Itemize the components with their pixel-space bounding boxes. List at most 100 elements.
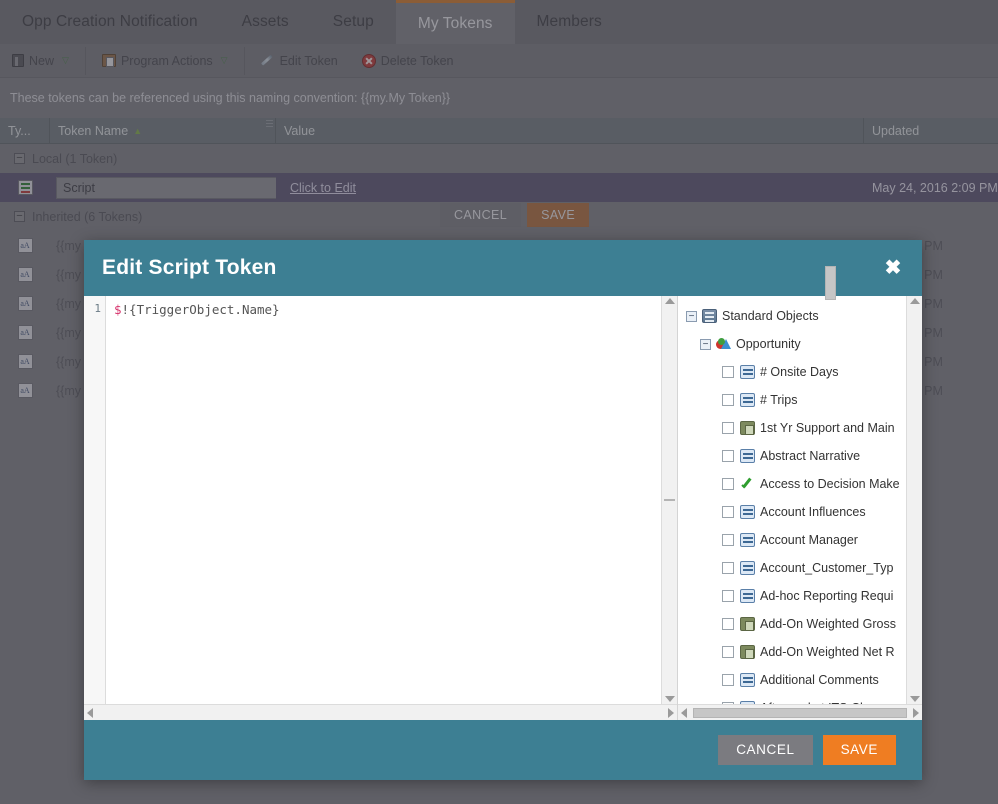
- column-header-token-name[interactable]: Token Name ▲: [50, 118, 276, 143]
- column-header-updated[interactable]: Updated: [864, 118, 998, 143]
- editor-horizontal-scrollbar[interactable]: [84, 704, 677, 720]
- group-row-local[interactable]: − Local (1 Token): [0, 144, 998, 173]
- tab-setup[interactable]: Setup: [311, 0, 396, 44]
- tree-field-row[interactable]: 1st Yr Support and Main: [684, 414, 906, 442]
- new-button[interactable]: New ▽: [0, 44, 81, 78]
- column-header-value[interactable]: Value: [276, 118, 864, 143]
- close-icon[interactable]: ✖: [882, 257, 904, 279]
- tree-field-row[interactable]: Account Influences: [684, 498, 906, 526]
- scroll-right-icon[interactable]: [913, 707, 919, 718]
- tree-field-row[interactable]: Ad-hoc Reporting Requi: [684, 582, 906, 610]
- column-header-type[interactable]: Ty...: [0, 118, 50, 143]
- editor-vertical-scrollbar[interactable]: [661, 296, 677, 704]
- tree-node-label: Standard Objects: [722, 309, 819, 323]
- field-icon: [740, 561, 755, 575]
- tree-field-row[interactable]: Account Manager: [684, 526, 906, 554]
- dialog-footer: CANCEL SAVE: [84, 720, 922, 780]
- tree-node-label: Add-On Weighted Net R: [760, 645, 895, 659]
- field-checkbox[interactable]: [722, 674, 734, 686]
- tree-field-row[interactable]: Access to Decision Make: [684, 470, 906, 498]
- field-icon: [740, 701, 755, 704]
- scroll-left-icon[interactable]: [87, 707, 93, 718]
- field-checkbox[interactable]: [722, 590, 734, 602]
- scroll-up-icon[interactable]: [664, 298, 675, 304]
- inline-save-button[interactable]: SAVE: [527, 203, 590, 227]
- collapse-toggle-icon[interactable]: −: [14, 153, 25, 164]
- tree-field-row[interactable]: # Trips: [684, 386, 906, 414]
- field-checkbox[interactable]: [722, 422, 734, 434]
- tree-node-label: Account Manager: [760, 533, 858, 547]
- scroll-down-icon[interactable]: [664, 696, 675, 702]
- tab-assets[interactable]: Assets: [220, 0, 311, 44]
- table-row-local-script[interactable]: Click to Edit May 24, 2016 2:09 PM: [0, 173, 998, 202]
- tree-field-row[interactable]: Account_Customer_Typ: [684, 554, 906, 582]
- field-checkbox[interactable]: [722, 506, 734, 518]
- scroll-up-icon[interactable]: [909, 298, 920, 304]
- scroll-down-icon[interactable]: [909, 696, 920, 702]
- scroll-left-icon[interactable]: [681, 707, 687, 718]
- field-checkbox[interactable]: [722, 478, 734, 490]
- save-button[interactable]: SAVE: [822, 735, 896, 765]
- field-checkbox[interactable]: [722, 618, 734, 630]
- tree-field-row[interactable]: Add-On Weighted Gross: [684, 610, 906, 638]
- cell-type: [0, 325, 50, 340]
- field-icon: [740, 589, 755, 603]
- field-checkbox[interactable]: [722, 534, 734, 546]
- code-editor-panel: 1 $!{TriggerObject.Name}: [84, 296, 678, 720]
- cancel-button[interactable]: CANCEL: [718, 735, 813, 765]
- field-checkbox[interactable]: [722, 562, 734, 574]
- column-label: Token Name: [58, 123, 129, 138]
- tree-node-standard-objects[interactable]: − Standard Objects: [684, 302, 906, 330]
- field-checkbox[interactable]: [722, 450, 734, 462]
- scrollbar-thumb[interactable]: [664, 499, 675, 501]
- collapse-toggle-icon[interactable]: −: [700, 338, 711, 350]
- text-token-icon: [17, 383, 33, 398]
- field-icon: [740, 393, 755, 407]
- field-icon: [740, 533, 755, 547]
- cell-type: [0, 296, 50, 311]
- tab-label: Assets: [241, 13, 289, 30]
- cell-token-name: [50, 176, 276, 199]
- token-name-input[interactable]: [56, 176, 276, 199]
- tree-field-row[interactable]: # Onsite Days: [684, 358, 906, 386]
- field-checkbox[interactable]: [722, 394, 734, 406]
- scrollbar-track[interactable]: [97, 708, 664, 718]
- inline-cancel-button[interactable]: CANCEL: [440, 203, 522, 227]
- tree-horizontal-scrollbar[interactable]: [678, 704, 922, 720]
- delete-token-button[interactable]: Delete Token: [350, 44, 466, 78]
- scrollbar-thumb[interactable]: [693, 707, 907, 718]
- tree-field-row[interactable]: Add-On Weighted Net R: [684, 638, 906, 666]
- text-token-icon: [17, 267, 33, 282]
- scroll-right-icon[interactable]: [668, 707, 674, 718]
- tab-opp-creation-notification[interactable]: Opp Creation Notification: [0, 0, 220, 44]
- column-resize-handle[interactable]: [266, 119, 273, 127]
- program-actions-button[interactable]: Program Actions ▽: [90, 44, 240, 78]
- field-checkbox[interactable]: [722, 366, 734, 378]
- edit-token-button[interactable]: Edit Token: [249, 44, 350, 78]
- click-to-edit-link[interactable]: Click to Edit: [290, 181, 356, 195]
- tree-field-row[interactable]: Abstract Narrative: [684, 442, 906, 470]
- chevron-down-icon: ▽: [62, 55, 69, 65]
- tab-members[interactable]: Members: [515, 0, 624, 44]
- program-actions-label: Program Actions: [120, 53, 213, 68]
- cell-type: [0, 238, 50, 253]
- tree-node-opportunity[interactable]: − Opportunity: [684, 330, 906, 358]
- collapse-toggle-icon[interactable]: −: [14, 211, 25, 222]
- tab-my-tokens[interactable]: My Tokens: [395, 0, 515, 44]
- opportunity-icon: [716, 337, 731, 351]
- tab-label: My Tokens: [417, 14, 493, 32]
- text-token-icon: [17, 296, 33, 311]
- tree-field-row[interactable]: Aftermarket ITS Channe: [684, 694, 906, 704]
- tree-node-label: Account Influences: [760, 505, 866, 519]
- cell-updated: May 24, 2016 2:09 PM: [872, 180, 998, 195]
- field-checkbox[interactable]: [722, 646, 734, 658]
- tree-field-row[interactable]: Additional Comments: [684, 666, 906, 694]
- scrollbar-thumb[interactable]: [825, 266, 836, 300]
- text-token-icon: [17, 354, 33, 369]
- collapse-toggle-icon[interactable]: −: [686, 310, 697, 322]
- tree-node-label: Abstract Narrative: [760, 449, 861, 463]
- code-input[interactable]: $!{TriggerObject.Name}: [106, 296, 661, 704]
- database-icon: [702, 309, 717, 323]
- tree-vertical-scrollbar[interactable]: [825, 266, 922, 704]
- new-icon: [12, 54, 24, 67]
